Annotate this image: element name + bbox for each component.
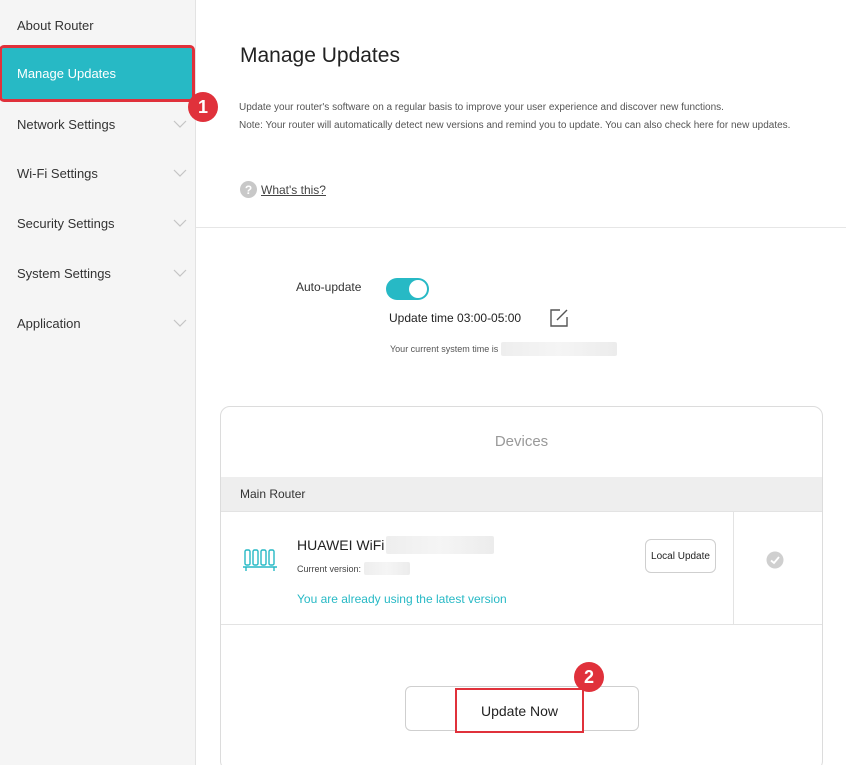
sidebar-item-label: Security Settings (17, 215, 115, 231)
chevron-down-icon (173, 219, 187, 227)
auto-update-toggle[interactable] (386, 278, 429, 300)
sidebar-item-about-router[interactable]: About Router (0, 0, 195, 50)
sidebar-item-system-settings[interactable]: System Settings (0, 248, 195, 298)
sidebar-item-label: Wi-Fi Settings (17, 165, 98, 181)
update-now-button[interactable]: Update Now (455, 688, 584, 733)
check-circle-icon (766, 551, 784, 569)
sidebar: About Router Manage Updates Network Sett… (0, 0, 196, 765)
auto-update-label: Auto-update (296, 280, 362, 294)
current-version-label: Current version: (297, 563, 362, 574)
step-badge-1: 1 (188, 92, 218, 122)
redacted-system-time (501, 342, 618, 356)
description-text: Update your router's software on a regul… (239, 102, 724, 113)
device-row: HUAWEI WiFi Current version: You are alr… (221, 512, 822, 625)
sidebar-item-wifi-settings[interactable]: Wi-Fi Settings (0, 148, 195, 198)
sidebar-item-label: Manage Updates (17, 66, 117, 81)
system-time-label: Your current system time is (390, 344, 499, 354)
current-version: Current version: (297, 562, 411, 575)
page-title: Manage Updates (240, 44, 400, 67)
sidebar-item-application[interactable]: Application (0, 298, 195, 348)
edit-icon[interactable] (549, 308, 569, 328)
page-description: Update your router's software on a regul… (239, 99, 819, 135)
sidebar-item-label: System Settings (17, 265, 111, 281)
device-name-text: HUAWEI WiFi (297, 537, 385, 553)
whats-this-link[interactable]: ? What's this? (240, 181, 326, 198)
devices-title: Devices (494, 433, 549, 450)
sidebar-item-label: About Router (17, 17, 94, 33)
chevron-down-icon (173, 269, 187, 277)
sidebar-item-network-settings[interactable]: Network Settings (0, 99, 195, 149)
chevron-down-icon (173, 120, 187, 128)
system-time: Your current system time is (390, 342, 618, 356)
device-name: HUAWEI WiFi (297, 536, 495, 554)
router-icon (243, 549, 277, 571)
whats-this-label: What's this? (261, 182, 326, 197)
note-text: Note: Your router will automatically det… (239, 120, 791, 131)
divider (196, 227, 846, 228)
step-badge-2: 2 (574, 662, 604, 692)
sidebar-item-label: Network Settings (17, 116, 116, 132)
update-time: Update time 03:00-05:00 (389, 311, 522, 325)
sidebar-item-manage-updates[interactable]: Manage Updates (0, 45, 195, 102)
column-divider (733, 512, 734, 625)
question-circle-icon: ? (240, 181, 257, 198)
main-router-section: Main Router (221, 477, 822, 512)
sidebar-item-label: Application (17, 315, 81, 331)
chevron-down-icon (173, 169, 187, 177)
redacted-version (364, 562, 411, 575)
toggle-knob (409, 280, 427, 298)
devices-card: Devices Main Router HUAWEI WiFi Current … (220, 406, 823, 765)
sidebar-item-security-settings[interactable]: Security Settings (0, 198, 195, 248)
local-update-button[interactable]: Local Update (645, 539, 716, 573)
update-status: You are already using the latest version (297, 592, 507, 606)
redacted-model (386, 536, 495, 554)
chevron-down-icon (173, 319, 187, 327)
